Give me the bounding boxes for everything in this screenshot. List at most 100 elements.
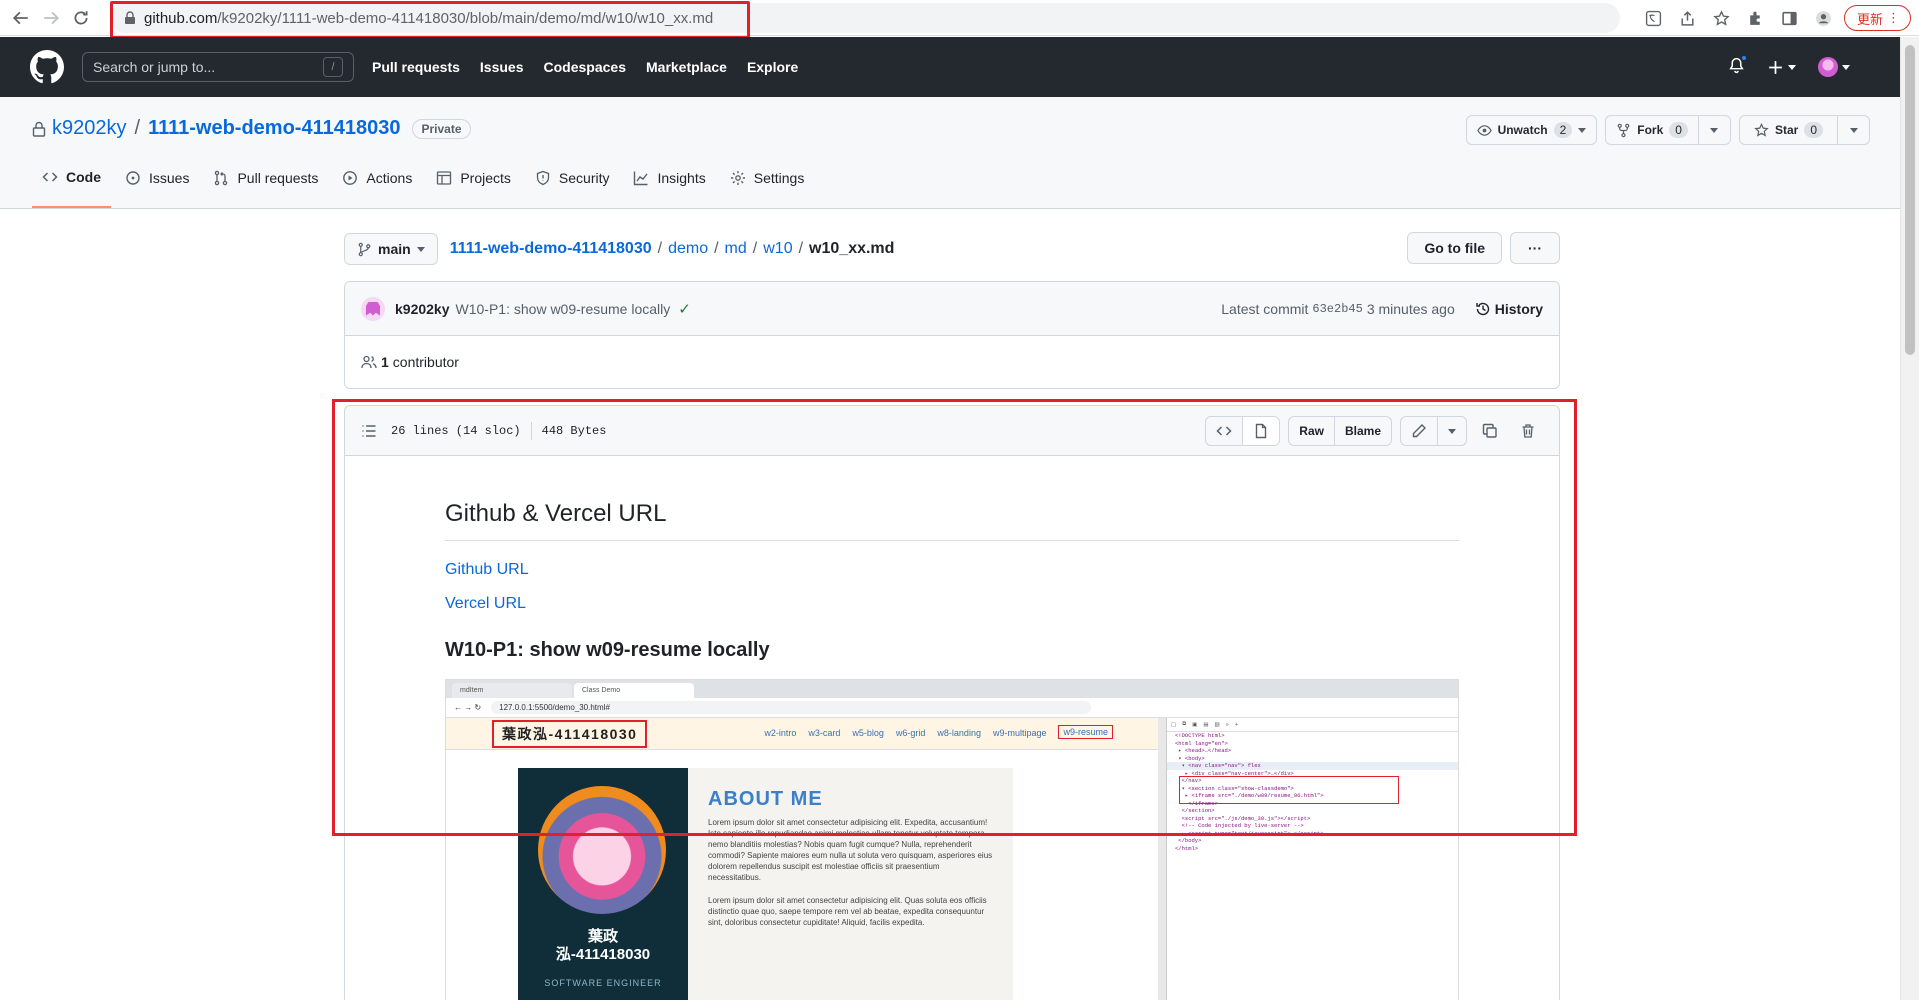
embedded-tab: Class Demo [574, 683, 694, 698]
fork-button[interactable]: Fork 0 [1606, 116, 1698, 144]
repo-owner-link[interactable]: k9202ky [52, 117, 127, 140]
side-panel-icon[interactable] [1776, 4, 1804, 32]
notification-dot [1740, 54, 1748, 62]
create-new-button[interactable] [1767, 59, 1796, 76]
play-circle-icon [343, 171, 358, 185]
file-header: 26 lines (14 sloc) 448 Bytes Raw Blame [345, 406, 1559, 456]
history-label: History [1494, 300, 1543, 317]
tab-code[interactable]: Code [32, 162, 111, 208]
star-list-dropdown[interactable] [1837, 116, 1869, 144]
path-separator: / [657, 240, 663, 257]
tab-pull-requests[interactable]: Pull requests [203, 162, 328, 208]
source-view-button[interactable] [1206, 417, 1242, 445]
embedded-about-card: ABOUT ME Lorem ipsum dolor sit amet cons… [688, 768, 1013, 1000]
share-icon[interactable] [1674, 4, 1702, 32]
github-url-link[interactable]: Github URL [445, 561, 1459, 579]
chevron-down-icon [416, 246, 425, 252]
star-count: 0 [1804, 122, 1823, 138]
check-icon[interactable]: ✓ [678, 300, 691, 318]
avatar[interactable] [361, 296, 385, 321]
edit-button[interactable] [1401, 417, 1437, 445]
nav-pull-requests[interactable]: Pull requests [372, 59, 460, 75]
back-icon[interactable] [6, 3, 36, 33]
commit-message[interactable]: W10-P1: show w09-resume locally [456, 301, 671, 317]
extensions-icon[interactable] [1742, 4, 1770, 32]
outline-list-icon[interactable] [361, 423, 377, 439]
star-button[interactable]: Star 0 [1740, 116, 1837, 144]
fork-icon [1617, 123, 1630, 137]
star-label: Star [1774, 123, 1799, 137]
embedded-about-heading: ABOUT ME [708, 788, 823, 810]
branch-icon [358, 242, 371, 256]
tab-label: Pull requests [237, 170, 319, 186]
repo-name-link[interactable]: 1111-web-demo-411418030 [148, 117, 400, 140]
tab-projects[interactable]: Projects [426, 162, 521, 208]
notifications-button[interactable] [1728, 54, 1748, 77]
breadcrumb-repo[interactable]: 1111-web-demo-411418030 [450, 240, 652, 258]
breadcrumb-w10[interactable]: w10 [763, 240, 792, 258]
go-to-file-button[interactable]: Go to file [1407, 232, 1502, 264]
history-link[interactable]: History [1475, 301, 1543, 317]
reload-icon[interactable] [66, 3, 96, 33]
contributors-row[interactable]: 1 contributor [345, 336, 1559, 388]
tab-issues[interactable]: Issues [115, 162, 199, 208]
divider [530, 421, 532, 440]
nav-codespaces[interactable]: Codespaces [544, 59, 626, 75]
repo-tabs: Code Issues Pull requests Actions Projec… [32, 162, 814, 208]
raw-button[interactable]: Raw [1289, 417, 1334, 445]
issue-icon [126, 171, 140, 185]
delete-button[interactable] [1513, 416, 1543, 446]
profile-icon[interactable] [1810, 4, 1838, 32]
edit-dropdown[interactable] [1437, 417, 1466, 445]
forward-icon[interactable] [36, 3, 66, 33]
commit-time: 3 minutes ago [1366, 300, 1455, 317]
embedded-profile-card: 葉政 泓-411418030 SOFTWARE ENGINEER [518, 768, 688, 1000]
chevron-down-icon [1842, 64, 1850, 70]
code-icon [42, 172, 58, 182]
fork-label: Fork [1637, 123, 1664, 137]
copy-button[interactable] [1475, 416, 1505, 446]
page-scrollbar[interactable] [1900, 37, 1919, 1000]
blame-button[interactable]: Blame [1333, 417, 1391, 445]
github-logo-icon[interactable] [30, 50, 64, 84]
embedded-card-name-line: 葉政 [587, 928, 618, 945]
tab-actions[interactable]: Actions [332, 162, 422, 208]
embedded-tab-label: mdItem [460, 687, 484, 694]
commit-sha[interactable]: 63e2b45 [1312, 302, 1362, 316]
branch-selector[interactable]: main [344, 233, 438, 265]
user-menu-button[interactable] [1818, 57, 1850, 77]
contributors-label: contributor [392, 354, 459, 370]
nav-issues[interactable]: Issues [480, 59, 524, 75]
tab-security[interactable]: Security [525, 162, 620, 208]
fork-dropdown[interactable] [1697, 116, 1730, 144]
repo-actions: Unwatch 2 Fork 0 Star 0 [1465, 115, 1870, 145]
fork-button-group: Fork 0 [1605, 115, 1731, 145]
file-toolbar: Raw Blame [1205, 416, 1543, 446]
update-button[interactable]: 更新 ⋮ [1843, 5, 1911, 31]
scrollbar-thumb[interactable] [1905, 45, 1915, 355]
view-mode-toggle [1205, 416, 1281, 446]
rendered-view-button[interactable] [1242, 417, 1280, 445]
nav-explore[interactable]: Explore [747, 59, 798, 75]
url-path: /k9202ky/1111-web-demo-411418030/blob/ma… [217, 9, 714, 27]
tab-label: Settings [753, 170, 805, 186]
embedded-url: 127.0.0.1:5500/demo_30.html# [491, 701, 1092, 714]
breadcrumb-demo[interactable]: demo [668, 240, 708, 258]
vercel-url-link[interactable]: Vercel URL [445, 595, 1459, 613]
embedded-link: w9-multipage [992, 728, 1047, 738]
tab-label: Security [558, 170, 610, 186]
unwatch-button[interactable]: Unwatch 2 [1467, 116, 1597, 144]
breadcrumb-md[interactable]: md [725, 240, 747, 258]
translate-icon[interactable] [1640, 4, 1668, 32]
bookmark-star-icon[interactable] [1708, 4, 1736, 32]
tab-settings[interactable]: Settings [720, 162, 815, 208]
nav-marketplace[interactable]: Marketplace [646, 59, 727, 75]
tab-insights[interactable]: Insights [623, 162, 715, 208]
address-bar[interactable]: github.com/k9202ky/1111-web-demo-4114180… [110, 3, 1620, 33]
commit-author[interactable]: k9202ky [395, 301, 450, 317]
search-input[interactable]: Search or jump to... / [82, 52, 354, 82]
plus-icon [1769, 60, 1782, 74]
browser-toolbar: github.com/k9202ky/1111-web-demo-4114180… [0, 0, 1919, 36]
more-options-button[interactable]: ··· [1510, 232, 1560, 264]
embedded-link: w5-blog [852, 728, 884, 738]
